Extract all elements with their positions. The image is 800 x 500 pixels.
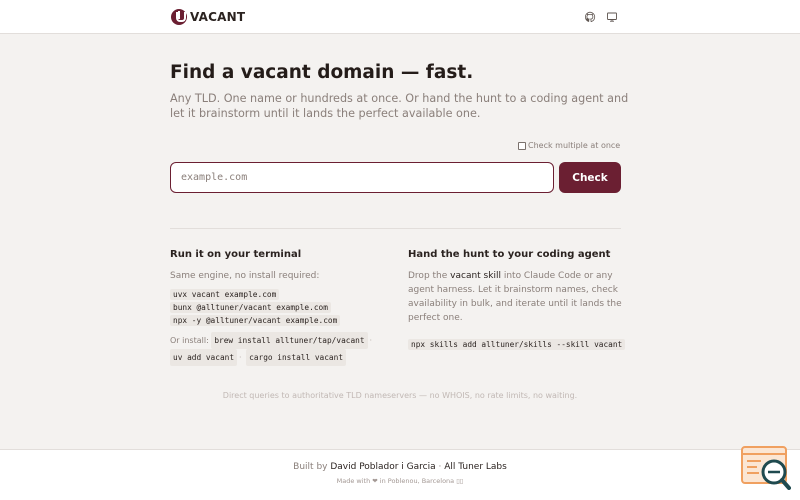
- logo-text: VACANT: [190, 10, 246, 24]
- skill-install-command[interactable]: npx skills add alltuner/skills --skill v…: [408, 339, 626, 350]
- built-by: Built by David Poblador i Garcia · All T…: [0, 462, 800, 472]
- logo[interactable]: VACANT: [171, 9, 245, 25]
- install-cargo[interactable]: cargo install vacant: [246, 349, 347, 366]
- author-link[interactable]: David Poblador i Garcia: [330, 462, 435, 472]
- vacant-logo-icon: [171, 9, 187, 25]
- footer: Built by David Poblador i Garcia · All T…: [0, 450, 800, 500]
- check-multiple-checkbox[interactable]: [518, 141, 526, 150]
- check-multiple-toggle[interactable]: Check multiple at once: [518, 141, 620, 150]
- install-label: Or install:: [170, 336, 209, 345]
- command-npx[interactable]: npx -y @alltuner/vacant example.com: [170, 315, 341, 326]
- check-button[interactable]: Check: [559, 162, 621, 193]
- agent-description: Drop the vacant skill into Claude Code o…: [408, 269, 622, 325]
- built-by-prefix: Built by: [293, 462, 331, 472]
- command-bunx[interactable]: bunx @alltuner/vacant example.com: [170, 302, 331, 313]
- separator-dot: ·: [239, 353, 242, 362]
- agent-text-before: Drop the: [408, 271, 451, 281]
- terminal-intro: Same engine, no install required:: [170, 271, 320, 281]
- vacant-skill-link[interactable]: vacant skill: [450, 271, 501, 281]
- section-divider: [170, 228, 621, 229]
- footnote: Direct queries to authoritative TLD name…: [222, 391, 578, 400]
- install-uv[interactable]: uv add vacant: [170, 349, 238, 366]
- feedback-widget-icon[interactable]: [741, 446, 791, 490]
- domain-input[interactable]: [170, 162, 554, 193]
- monitor-icon[interactable]: [606, 11, 618, 23]
- company-link[interactable]: All Tuner Labs: [444, 462, 507, 472]
- page-subtitle: Any TLD. One name or hundreds at once. O…: [170, 92, 629, 120]
- made-with: Made with ❤ in Poblenou, Barcelona ▯▯: [336, 477, 464, 485]
- terminal-heading: Run it on your terminal: [170, 249, 302, 260]
- agent-section: Hand the hunt to your coding agent Drop …: [408, 249, 626, 351]
- command-uvx[interactable]: uvx vacant example.com: [170, 289, 280, 300]
- agent-heading: Hand the hunt to your coding agent: [408, 249, 611, 260]
- top-bar: VACANT: [0, 0, 800, 34]
- github-icon[interactable]: [584, 11, 596, 23]
- terminal-section: Run it on your terminal Same engine, no …: [170, 249, 380, 366]
- separator-dot: ·: [369, 336, 373, 345]
- check-multiple-label: Check multiple at once: [528, 141, 621, 150]
- page-title: Find a vacant domain — fast.: [170, 62, 474, 83]
- install-brew[interactable]: brew install alltuner/tap/vacant: [211, 332, 368, 349]
- terminal-commands: uvx vacant example.com bunx @alltuner/va…: [170, 289, 380, 326]
- footer-separator: ·: [435, 462, 445, 472]
- install-options: Or install: brew install alltuner/tap/va…: [170, 332, 380, 366]
